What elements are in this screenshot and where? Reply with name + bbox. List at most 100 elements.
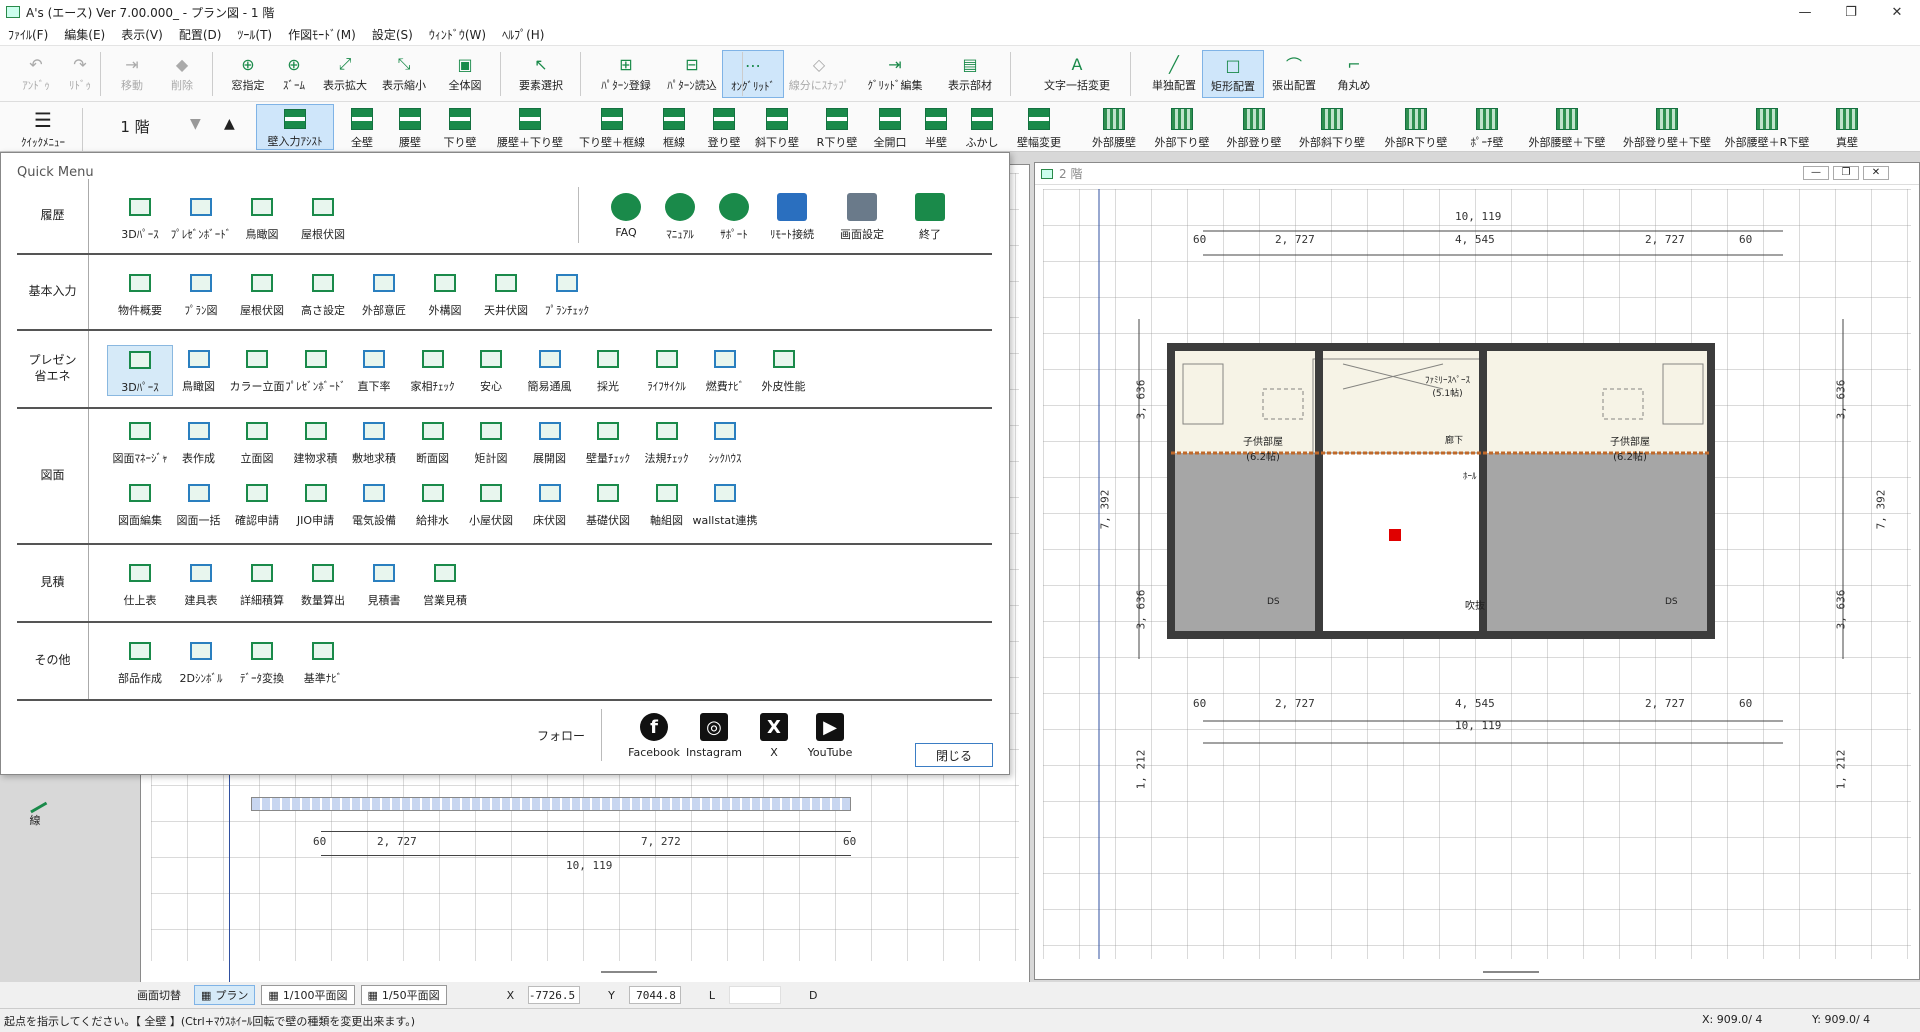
toolbar-single-place-button[interactable]: ╱ 単独配置: [1146, 50, 1202, 98]
ext-wall-button[interactable]: 外部登り壁＋下壁: [1622, 104, 1712, 150]
quick-menu-item[interactable]: wallstat連携: [692, 479, 758, 528]
wall-button[interactable]: 登り壁: [702, 104, 746, 150]
quick-menu-item[interactable]: 壁量ﾁｪｯｸ: [575, 417, 641, 466]
quick-menu-item[interactable]: ｼｯｸﾊｳｽ: [692, 417, 758, 466]
menu-item[interactable]: ﾌｧｲﾙ(F): [0, 26, 56, 43]
wall-assist-button[interactable]: 壁入力ｱｼｽﾄ: [256, 104, 334, 150]
wall-button[interactable]: ふかし: [960, 104, 1004, 150]
quick-menu-item[interactable]: 鳥瞰図: [229, 193, 295, 242]
toolbar-display-parts-button[interactable]: ▤ 表示部材: [938, 50, 1002, 98]
quick-menu-item[interactable]: 図面一括: [166, 479, 232, 528]
quick-menu-item[interactable]: 小屋伏図: [458, 479, 524, 528]
quick-menu-item[interactable]: 展開図: [517, 417, 583, 466]
toolbar-grid-edit-button[interactable]: ⇥ ｸﾞﾘｯﾄﾞ編集: [858, 50, 932, 98]
quick-menu-item[interactable]: 鳥瞰図: [166, 345, 232, 394]
wall-button[interactable]: 全壁: [342, 104, 382, 150]
quick-menu-item[interactable]: ﾗｲﾌｻｲｸﾙ: [634, 345, 700, 394]
ext-wall-button[interactable]: 外部登り壁: [1222, 104, 1286, 150]
quick-menu-item[interactable]: 電気設備: [341, 479, 407, 528]
wall-button[interactable]: 下り壁: [438, 104, 482, 150]
toolbar-zoom-window-button[interactable]: ⊕ 窓指定: [222, 50, 274, 98]
quick-menu-item[interactable]: 基準ﾅﾋﾞ: [290, 637, 356, 686]
floor-selector[interactable]: 1 階: [95, 116, 175, 137]
quick-menu-item[interactable]: 給排水: [400, 479, 466, 528]
quick-menu-item[interactable]: 仕上表: [107, 559, 173, 608]
wall-button[interactable]: 壁幅変更: [1010, 104, 1068, 150]
quick-menu-item[interactable]: ﾌﾟﾗﾝﾁｪｯｸ: [534, 269, 600, 318]
quick-menu-item[interactable]: 建物求積: [283, 417, 349, 466]
toolbar-fit-all-button[interactable]: ▣ 全体図: [440, 50, 490, 98]
wall-button[interactable]: 腰壁＋下り壁: [490, 104, 570, 150]
menu-item[interactable]: 配置(D): [171, 26, 230, 43]
wall-button[interactable]: 框線: [654, 104, 694, 150]
ext-wall-button[interactable]: 外部斜下り壁: [1294, 104, 1370, 150]
quick-menu-item[interactable]: 営業見積: [412, 559, 478, 608]
toolbar-zoom-out-button[interactable]: ⤡ 表示縮小: [376, 50, 432, 98]
menu-item[interactable]: 設定(S): [364, 26, 421, 43]
quick-menu-item[interactable]: 表作成: [166, 417, 232, 466]
child-close-button[interactable]: ✕: [1863, 166, 1889, 180]
toolbar-pattern-load-button[interactable]: ⊟ ﾊﾟﾀｰﾝ読込: [656, 50, 728, 98]
toolbar-select-arrow-button[interactable]: ↖ 要素選択: [508, 50, 574, 98]
quick-menu-item[interactable]: 断面図: [400, 417, 466, 466]
wall-button[interactable]: 下り壁＋框線: [576, 104, 648, 150]
toolbar-zoom-button[interactable]: ⊕ ｽﾞｰﾑ: [272, 50, 316, 98]
quick-menu-item[interactable]: ﾌﾟﾚｾﾞﾝﾎﾞｰﾄﾞ: [168, 193, 234, 242]
child-restore-button[interactable]: ❐: [1833, 166, 1859, 180]
quick-menu-item[interactable]: 外構図: [412, 269, 478, 318]
ext-wall-button[interactable]: 真壁: [1828, 104, 1866, 150]
toolbar-redo-button[interactable]: ↷ ﾘﾄﾞｩ: [58, 50, 102, 98]
wall-button[interactable]: R下り壁: [810, 104, 864, 150]
quick-menu-item[interactable]: 敷地求積: [341, 417, 407, 466]
close-button[interactable]: 閉じる: [915, 743, 993, 767]
quick-menu-item[interactable]: 採光: [575, 345, 641, 394]
quick-menu-item[interactable]: 外皮性能: [751, 345, 817, 394]
social-facebook-link[interactable]: f Facebook: [621, 713, 687, 759]
ext-wall-button[interactable]: 外部腰壁＋R下壁: [1722, 104, 1812, 150]
toolbar-text-change-button[interactable]: A 文字一括変更: [1030, 50, 1124, 98]
quick-menu-item[interactable]: 家相ﾁｪｯｸ: [400, 345, 466, 394]
quick-menu-item[interactable]: 天井伏図: [473, 269, 539, 318]
quick-menu-item[interactable]: 屋根伏図: [290, 193, 356, 242]
quick-menu-item[interactable]: 数量算出: [290, 559, 356, 608]
quick-menu-item[interactable]: 建具表: [168, 559, 234, 608]
menu-item[interactable]: ﾂｰﾙ(T): [229, 26, 280, 43]
ext-wall-button[interactable]: 外部腰壁: [1086, 104, 1142, 150]
quick-menu-item[interactable]: カラー立面: [224, 345, 290, 394]
toolbar-eraser-button[interactable]: ◆ 削除: [160, 50, 204, 98]
toolbar-zoom-in-button[interactable]: ⤢ 表示拡大: [318, 50, 372, 98]
toolbar-on-grid-button[interactable]: ⋯ ｵﾝｸﾞﾘｯﾄﾞ: [722, 50, 784, 98]
quick-menu-item[interactable]: ﾃﾞｰﾀ変換: [229, 637, 295, 686]
quick-menu-item[interactable]: 立面図: [224, 417, 290, 466]
ext-wall-button[interactable]: 外部腰壁＋下壁: [1522, 104, 1612, 150]
toolbar-undo-button[interactable]: ↶ ｱﾝﾄﾞｩ: [14, 50, 58, 98]
maximize-button[interactable]: ❐: [1828, 0, 1874, 24]
menu-item[interactable]: 作図ﾓｰﾄﾞ(M): [280, 26, 364, 43]
wall-button[interactable]: 腰壁: [388, 104, 432, 150]
floor-up-icon[interactable]: ▲: [224, 116, 235, 132]
ext-wall-button[interactable]: ﾎﾟｰﾁ壁: [1466, 104, 1508, 150]
quick-menu-item[interactable]: 3Dﾊﾟｰｽ: [107, 193, 173, 242]
quick-menu-item[interactable]: 見積書: [351, 559, 417, 608]
wall-button[interactable]: 半壁: [918, 104, 954, 150]
quick-menu-item[interactable]: 基礎伏図: [575, 479, 641, 528]
help-2-button[interactable]: ｻﾎﾟｰﾄ: [701, 193, 767, 242]
menu-item[interactable]: 編集(E): [56, 26, 113, 43]
ext-wall-button[interactable]: 外部R下り壁: [1378, 104, 1454, 150]
plan-50-button[interactable]: ▦ 1/50平面図: [360, 985, 447, 1005]
help-5-button[interactable]: 終了: [897, 193, 963, 242]
quick-menu-item[interactable]: 法規ﾁｪｯｸ: [634, 417, 700, 466]
quick-menu-item[interactable]: 3Dﾊﾟｰｽ: [107, 345, 173, 396]
help-4-button[interactable]: 画面設定: [829, 193, 895, 242]
toolbar-rect-place-button[interactable]: □ 矩形配置: [1202, 50, 1264, 98]
quick-menu-item[interactable]: 2Dｼﾝﾎﾞﾙ: [168, 637, 234, 686]
floor-down-icon[interactable]: ▼: [190, 116, 201, 132]
quick-menu-button[interactable]: ☰ ｸｲｯｸﾒﾆｭｰ: [10, 104, 76, 150]
toolbar-bay-place-button[interactable]: ⌒ 張出配置: [1264, 50, 1324, 98]
toolbar-pattern-save-button[interactable]: ⊞ ﾊﾟﾀｰﾝ登録: [590, 50, 662, 98]
plan-100-button[interactable]: ▦ 1/100平面図: [261, 985, 355, 1005]
quick-menu-item[interactable]: 軸組図: [634, 479, 700, 528]
quick-menu-item[interactable]: 部品作成: [107, 637, 173, 686]
line-tool[interactable]: 線: [20, 788, 50, 828]
quick-menu-item[interactable]: ﾌﾟﾗﾝ図: [168, 269, 234, 318]
